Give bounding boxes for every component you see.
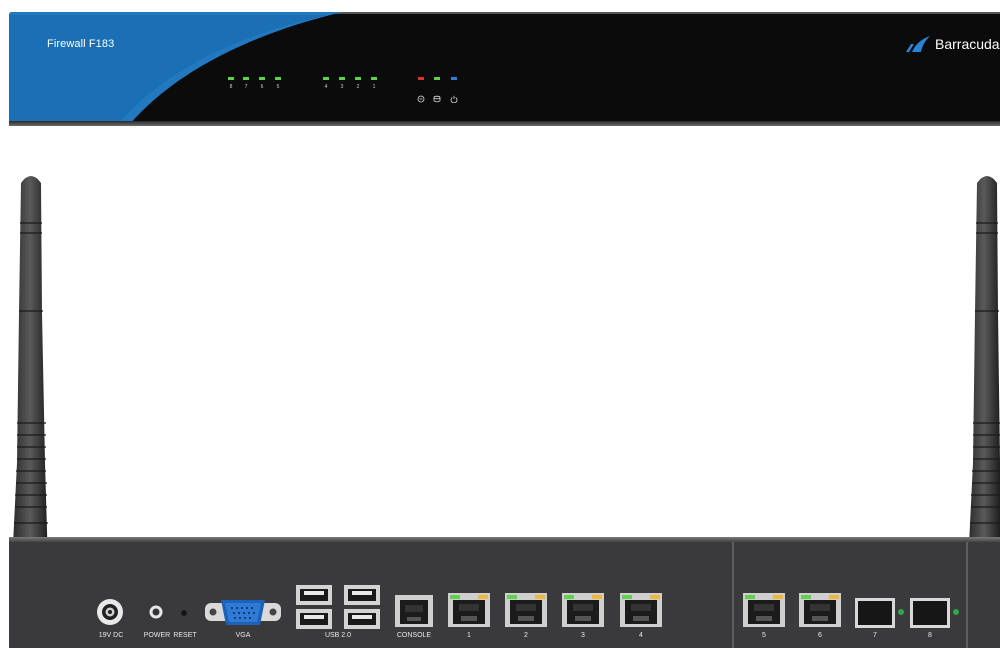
brand-name: Barracuda xyxy=(935,36,1000,52)
disk-led xyxy=(434,77,440,80)
ethernet-port-3[interactable] xyxy=(562,593,604,627)
console-port[interactable] xyxy=(395,595,433,627)
port-4-label: 4 xyxy=(639,632,643,639)
right-antenna xyxy=(968,176,1000,574)
led-label-6: 6 xyxy=(260,84,264,90)
ethernet-port-1[interactable] xyxy=(448,593,490,627)
port-led-1 xyxy=(371,77,377,80)
vga-port[interactable] xyxy=(205,598,281,628)
ethernet-port-4[interactable] xyxy=(620,593,662,627)
port-led-6 xyxy=(259,77,265,80)
vga-label: VGA xyxy=(235,632,251,639)
port-8-label: 8 xyxy=(928,632,932,639)
front-panel-swoosh xyxy=(9,12,342,125)
port-1-label: 1 xyxy=(467,632,471,639)
ethernet-port-6[interactable] xyxy=(799,593,841,627)
led-label-1: 1 xyxy=(372,84,376,90)
port-5-label: 5 xyxy=(762,632,766,639)
port-led-8 xyxy=(228,77,234,80)
dc-power-jack[interactable] xyxy=(95,597,125,627)
port-led-7 xyxy=(243,77,249,80)
port-led-3 xyxy=(339,77,345,80)
front-panel-edge xyxy=(9,121,1000,126)
barracuda-logo-icon xyxy=(906,36,930,52)
rear-panel-divider xyxy=(732,542,734,648)
port-led-4 xyxy=(323,77,329,80)
led-label-7: 7 xyxy=(244,84,248,90)
disk-icon xyxy=(433,95,441,103)
port-7-label: 7 xyxy=(873,632,877,639)
ethernet-port-2[interactable] xyxy=(505,593,547,627)
usb-label: USB 2.0 xyxy=(324,632,352,639)
console-label: CONSOLE xyxy=(396,632,432,639)
reset-label: RESET xyxy=(173,632,197,639)
dc-label: 19V DC xyxy=(98,632,124,639)
led-label-3: 3 xyxy=(340,84,344,90)
port-6-label: 6 xyxy=(818,632,822,639)
model-name: Firewall F183 xyxy=(47,38,115,50)
rear-panel-edge xyxy=(9,537,1000,542)
reset-button[interactable] xyxy=(180,609,188,617)
led-label-5: 5 xyxy=(276,84,280,90)
power-led xyxy=(451,77,457,80)
led-label-8: 8 xyxy=(229,84,233,90)
brand-logo: Barracuda xyxy=(905,35,1000,53)
power-icon xyxy=(450,95,458,103)
led-label-4: 4 xyxy=(324,84,328,90)
alarm-icon xyxy=(417,95,425,103)
rear-panel-divider-right xyxy=(966,542,968,648)
led-label-2: 2 xyxy=(356,84,360,90)
sfp-port-8[interactable] xyxy=(910,598,962,628)
power-button[interactable] xyxy=(148,604,164,620)
ethernet-port-5[interactable] xyxy=(743,593,785,627)
port-led-5 xyxy=(275,77,281,80)
port-2-label: 2 xyxy=(524,632,528,639)
left-antenna xyxy=(12,176,48,575)
sfp-port-7[interactable] xyxy=(855,598,907,628)
port-led-2 xyxy=(355,77,361,80)
alarm-led xyxy=(418,77,424,80)
port-3-label: 3 xyxy=(581,632,585,639)
power-label: POWER xyxy=(143,632,171,639)
front-panel: Firewall F183 Barracuda xyxy=(9,12,1000,125)
usb-ports[interactable] xyxy=(296,585,382,631)
